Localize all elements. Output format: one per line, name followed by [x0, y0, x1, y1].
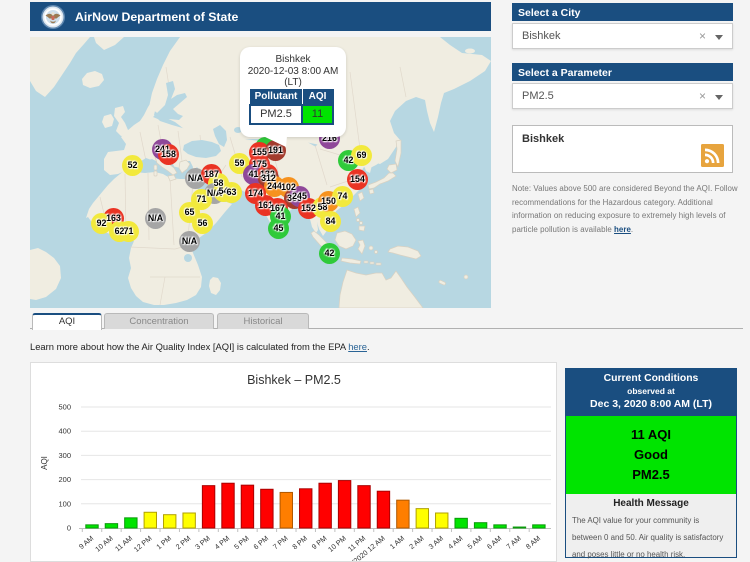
svg-text:5 AM: 5 AM: [466, 534, 484, 551]
svg-text:4 PM: 4 PM: [213, 534, 232, 552]
svg-text:0: 0: [67, 524, 71, 533]
svg-text:500: 500: [58, 403, 71, 412]
svg-text:3 PM: 3 PM: [193, 534, 212, 552]
svg-text:7 AM: 7 AM: [504, 534, 522, 551]
svg-text:2 AM: 2 AM: [407, 534, 425, 551]
svg-text:9 PM: 9 PM: [310, 534, 329, 552]
svg-text:10 AM: 10 AM: [93, 534, 114, 554]
svg-text:8 PM: 8 PM: [290, 534, 309, 552]
svg-text:100: 100: [58, 499, 71, 508]
svg-text:12 PM: 12 PM: [132, 534, 154, 554]
svg-text:1 AM: 1 AM: [388, 534, 406, 551]
svg-text:300: 300: [58, 451, 71, 460]
svg-text:6 AM: 6 AM: [485, 534, 503, 551]
svg-text:11 AM: 11 AM: [113, 534, 134, 554]
svg-text:Bishkek – PM2.5: Bishkek – PM2.5: [247, 373, 341, 387]
svg-text:5 PM: 5 PM: [232, 534, 251, 552]
svg-text:3 AM: 3 AM: [427, 534, 445, 551]
svg-text:8 AM: 8 AM: [524, 534, 542, 551]
svg-text:1 PM: 1 PM: [154, 534, 173, 552]
svg-text:2 PM: 2 PM: [174, 534, 193, 552]
svg-text:400: 400: [58, 427, 71, 436]
svg-text:200: 200: [58, 475, 71, 484]
svg-text:AQI: AQI: [40, 456, 49, 470]
svg-text:4 AM: 4 AM: [446, 534, 464, 551]
svg-text:10 PM: 10 PM: [326, 534, 348, 554]
svg-text:7 PM: 7 PM: [271, 534, 290, 552]
svg-text:6 PM: 6 PM: [252, 534, 271, 552]
svg-text:9 AM: 9 AM: [77, 534, 95, 551]
